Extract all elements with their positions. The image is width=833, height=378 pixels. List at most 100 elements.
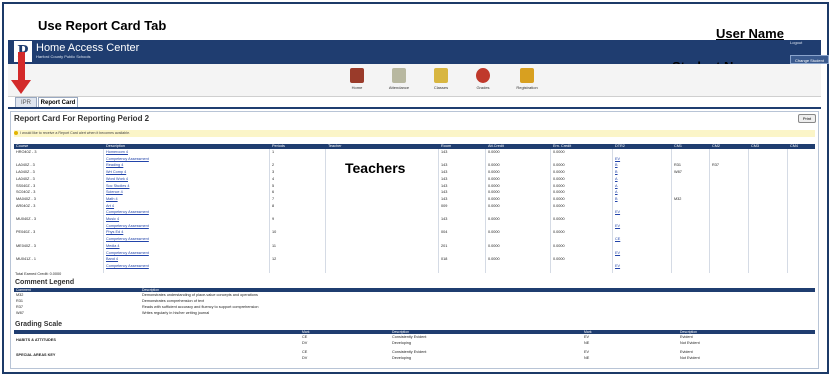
cell-ern: 0.0000 (553, 190, 565, 195)
cell-period: 2 (272, 163, 275, 168)
alert-notice[interactable]: I would like to receive a Report Card al… (14, 130, 815, 137)
cell-period: 5 (272, 183, 275, 188)
legend-description: Demonstrates understanding of place-valu… (142, 293, 258, 297)
cell-desc[interactable]: Media 4 (106, 244, 120, 249)
cell-period: 10 (272, 230, 277, 235)
cell-dtr[interactable]: B (615, 170, 618, 175)
cell-dtr[interactable]: EV (615, 224, 620, 229)
cell-desc[interactable]: Reading 4 (106, 163, 123, 168)
legend-description: Writes regularly in his/her writing jour… (142, 311, 210, 315)
grading-d1: Consistently Evident (392, 350, 427, 354)
cell-course: HRO40Z - 3 (16, 150, 37, 154)
cell-desc[interactable]: Homeroom 4 (106, 150, 128, 155)
grading-m1: CE (302, 350, 308, 354)
column-divider (269, 149, 270, 273)
grading-d2: Evident (680, 350, 693, 354)
legend-code: R31 (16, 299, 23, 303)
column-header-2: Periods (272, 144, 285, 148)
cell-att: 0.0000 (488, 150, 500, 154)
grading-col-1: Description (392, 330, 409, 334)
cell-period: 8 (272, 203, 275, 208)
grading-group-name: HABITS & ATTITUDES (16, 338, 56, 342)
cell-period: 11 (272, 243, 276, 248)
cell-room: 143 (441, 176, 448, 181)
nav-item-classes[interactable]: Classes (424, 66, 458, 90)
nav-label: Home (351, 85, 363, 90)
cell-ern: 0.0000 (553, 257, 565, 262)
cell-dtr[interactable]: EV (615, 264, 620, 269)
grading-d1: Consistently Evident (392, 335, 427, 339)
nav-label: Attendance (388, 85, 410, 90)
cell-desc[interactable]: Competency Assessment (106, 251, 149, 256)
cell-desc[interactable]: Competency Assessment (106, 157, 149, 162)
cell-cm1: W87 (674, 170, 682, 175)
column-divider (550, 149, 551, 273)
cell-desc[interactable]: Soc Studies 4 (106, 184, 129, 189)
cell-ern: 0.0000 (553, 243, 565, 248)
column-divider (787, 149, 788, 273)
cell-course: SC040Z - 3 (16, 190, 36, 195)
cell-dtr[interactable]: EV (615, 157, 620, 162)
cell-desc[interactable]: Music 4 (106, 217, 119, 222)
cell-course: PE040Z - 3 (16, 230, 36, 235)
cell-desc[interactable]: Science 4 (106, 190, 123, 195)
cell-desc[interactable]: Competency Assessment (106, 224, 149, 229)
cell-att: 0.0000 (488, 230, 500, 235)
cell-course: AR040Z - 3 (16, 203, 36, 208)
nav-item-registration[interactable]: Registration (510, 66, 544, 90)
column-header-8: CM1 (674, 144, 683, 148)
cell-desc[interactable]: Math 4 (106, 197, 118, 202)
cell-dtr[interactable]: B (615, 163, 618, 168)
annotation-teachers: Teachers (345, 160, 406, 176)
column-header-11: CM4 (790, 144, 799, 148)
cell-desc[interactable]: Band 4 (106, 257, 118, 262)
logout-link[interactable]: Logout (790, 40, 802, 45)
cell-desc[interactable]: Competency Assessment (106, 237, 149, 242)
cell-cm2: R37 (712, 163, 719, 168)
cell-dtr[interactable]: A (615, 184, 618, 189)
column-divider (438, 149, 439, 273)
cell-dtr[interactable]: B (615, 197, 618, 202)
grading-d1: Developing (392, 356, 411, 360)
cell-room: 143 (441, 196, 448, 201)
grading-d2: Not Evident (680, 356, 700, 360)
column-header-6: Ern. Credit (553, 144, 572, 148)
cell-desc[interactable]: Competency Assessment (106, 210, 149, 215)
classes-icon (434, 68, 448, 83)
cell-dtr[interactable]: A (615, 177, 618, 182)
cell-desc[interactable]: Competency Assessment (106, 264, 149, 269)
column-header-10: CM3 (751, 144, 760, 148)
legend-code: M32 (16, 293, 24, 297)
tab-report-card[interactable]: Report Card (38, 97, 78, 107)
grading-scale-title: Grading Scale (15, 321, 63, 328)
cell-dtr[interactable]: EV (615, 210, 620, 215)
cell-period: 12 (272, 257, 277, 262)
legend-header (14, 288, 815, 292)
cell-course: SS040Z - 3 (16, 183, 36, 188)
print-button[interactable]: Print (798, 114, 816, 123)
cell-att: 0.0000 (488, 196, 500, 201)
cell-room: 143 (441, 183, 448, 188)
grading-group-name: SPECIAL AREAS KEY (16, 353, 56, 357)
nav-item-home[interactable]: Home (340, 66, 374, 90)
cell-course: MU040Z - 3 (16, 217, 37, 221)
cell-dtr[interactable]: EV (615, 251, 620, 256)
cell-dtr[interactable]: CE (615, 237, 620, 242)
tab-ipr[interactable]: IPR (15, 97, 37, 107)
cell-dtr[interactable]: A (615, 190, 618, 195)
cell-room: 143 (441, 163, 448, 168)
nav-label: Grades (476, 85, 490, 90)
nav-item-grades[interactable]: Grades (466, 66, 500, 90)
cell-desc[interactable]: Word Work 4 (106, 177, 128, 182)
cell-att: 0.0000 (488, 176, 500, 181)
nav-item-attendance[interactable]: Attendance (382, 66, 416, 90)
cell-period: 4 (272, 176, 275, 181)
change-student-button[interactable]: Change Student (790, 55, 829, 64)
cell-desc[interactable]: Art 4 (106, 204, 114, 209)
cell-ern: 0.0000 (553, 183, 565, 188)
cell-desc[interactable]: Wrt Comp 4 (106, 170, 126, 175)
info-icon (14, 131, 18, 135)
grading-d2: Not Evident (680, 341, 700, 345)
cell-att: 0.0000 (488, 190, 500, 195)
cell-desc[interactable]: Phys Ed 4 (106, 230, 123, 235)
